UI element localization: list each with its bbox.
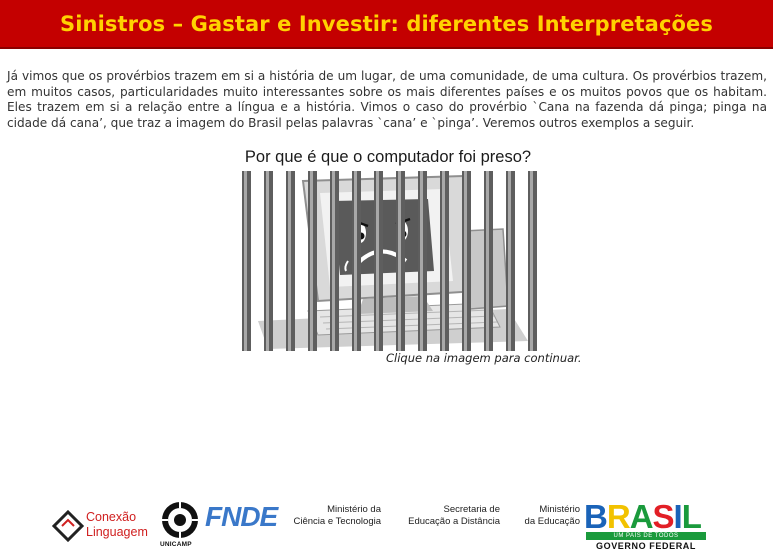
conexao-label-line2: Linguagem (86, 525, 148, 539)
brasil-letter: S (652, 498, 675, 535)
secretaria-line1: Secretaria de (443, 504, 500, 515)
secretaria-educacao-distancia: Secretaria de Educação a Distância (390, 504, 500, 528)
brasil-letter: R (606, 498, 631, 535)
brasil-slogan: UM PAÍS DE TODOS (586, 532, 706, 540)
continue-caption: Clique na imagem para continuar. (386, 351, 582, 365)
conexao-diamond-icon (52, 510, 84, 542)
unicamp-logo: UNICAMP (158, 500, 202, 552)
footer-logos: Conexão Linguagem UNICAMP FNDE Ministéri… (50, 498, 720, 552)
ministerio-ciencia-tecnologia: Ministério da Ciência e Tecnologia (275, 504, 382, 528)
brasil-wordmark: BRASIL (584, 498, 702, 535)
ministerio-ciencia-line1: Ministério da (327, 504, 381, 515)
ministerio-ciencia-line2: Ciência e Tecnologia (293, 516, 382, 527)
title-bar: Sinistros – Gastar e Investir: diferente… (0, 0, 773, 49)
jailed-computer-image[interactable]: Por que é que o computador foi preso? (238, 146, 538, 352)
brasil-governo-federal-logo: BRASIL UM PAÍS DE TODOS GOVERNO FEDERAL (582, 498, 714, 552)
conexao-linguagem-logo: Conexão Linguagem (50, 504, 160, 544)
brasil-letter: B (584, 498, 608, 535)
governo-federal-label: GOVERNO FEDERAL (596, 541, 697, 551)
unicamp-label: UNICAMP (160, 541, 192, 548)
ministerio-educacao: Ministério da Educação (510, 504, 580, 528)
fnde-logo: FNDE (205, 501, 278, 532)
jailed-computer-drawing (238, 171, 538, 351)
intro-paragraph: Já vimos que os provérbios trazem em si … (7, 69, 767, 130)
brasil-letter: A (629, 498, 654, 535)
page-title: Sinistros – Gastar e Investir: diferente… (60, 11, 713, 36)
illustration-question: Por que é que o computador foi preso? (244, 148, 532, 166)
brasil-letter: L (681, 498, 702, 535)
ministerio-educacao-line1: Ministério (539, 504, 580, 515)
ministerio-educacao-line2: da Educação (524, 516, 580, 527)
secretaria-line2: Educação a Distância (408, 516, 500, 527)
conexao-label-line1: Conexão (86, 510, 137, 524)
unicamp-emblem-icon (162, 502, 198, 538)
brasil-letter: I (673, 498, 683, 535)
